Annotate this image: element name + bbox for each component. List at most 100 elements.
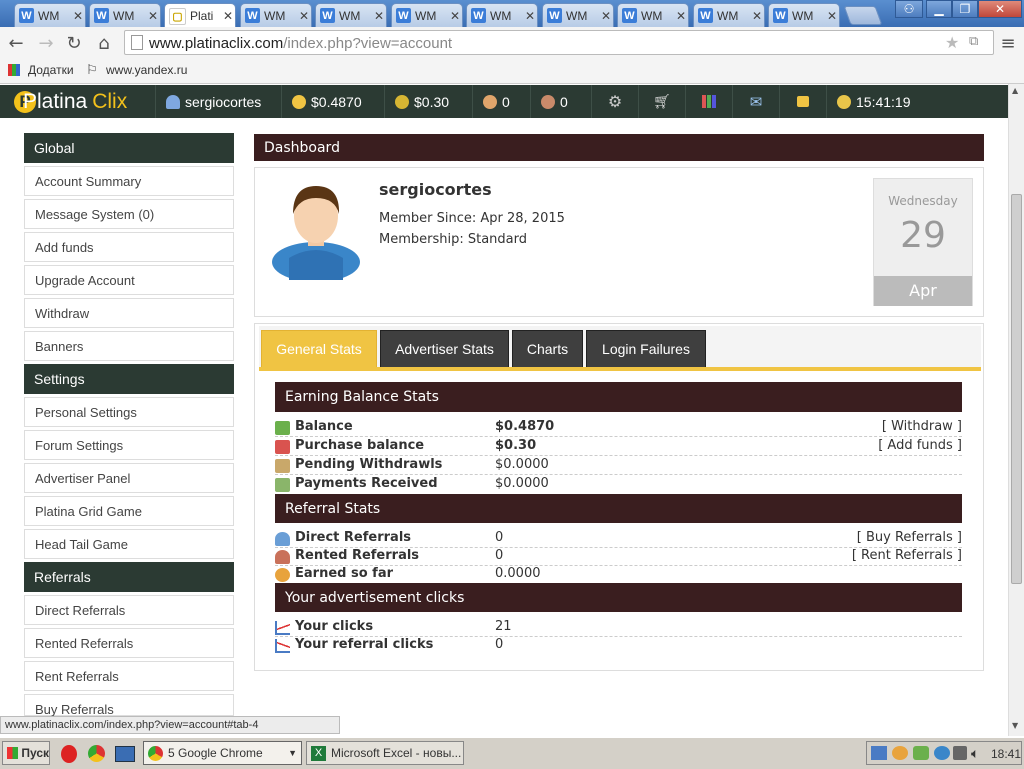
- header-settings[interactable]: ⚙: [591, 85, 638, 118]
- close-tab-icon[interactable]: ✕: [825, 9, 839, 23]
- close-tab-icon[interactable]: ✕: [523, 9, 537, 23]
- start-button[interactable]: Пуск: [2, 741, 50, 765]
- chrome-quicklaunch-icon[interactable]: [88, 745, 105, 762]
- close-tab-icon[interactable]: ✕: [372, 9, 386, 23]
- browser-tab[interactable]: W WM ✕: [617, 3, 689, 27]
- minimize-window-button[interactable]: ▁: [926, 0, 952, 18]
- sidebar-item-message-system[interactable]: Message System (0): [24, 199, 234, 229]
- sidebar-item-withdraw[interactable]: Withdraw: [24, 298, 234, 328]
- bookmark-star-icon[interactable]: ★: [945, 33, 959, 52]
- close-tab-icon[interactable]: ✕: [297, 9, 311, 23]
- sidebar-item-add-funds[interactable]: Add funds: [24, 232, 234, 262]
- sidebar-item-advertiser-panel[interactable]: Advertiser Panel: [24, 463, 234, 493]
- scrollbar-thumb[interactable]: [1011, 194, 1022, 584]
- tab-title: WM: [38, 8, 60, 23]
- tab-general-stats[interactable]: General Stats: [261, 330, 377, 368]
- browser-tab[interactable]: W WM ✕: [542, 3, 614, 27]
- add-funds-link[interactable]: [ Add funds ]: [878, 438, 962, 453]
- sidebar-item-buy-referrals[interactable]: Buy Referrals: [24, 694, 234, 717]
- show-desktop-icon[interactable]: [115, 746, 135, 762]
- sidebar-item-upgrade-account[interactable]: Upgrade Account: [24, 265, 234, 295]
- sidebar-item-rent-referrals[interactable]: Rent Referrals: [24, 661, 234, 691]
- browser-tab[interactable]: W WM ✕: [315, 3, 387, 27]
- header-direct-referrals[interactable]: 0: [472, 85, 530, 118]
- tray-status-icon[interactable]: [934, 746, 950, 760]
- withdraw-link[interactable]: [ Withdraw ]: [882, 419, 962, 434]
- bookmark-yandex[interactable]: www.yandex.ru: [106, 63, 187, 77]
- buy-referrals-link[interactable]: [ Buy Referrals ]: [857, 530, 962, 545]
- header-messages[interactable]: ✉: [732, 85, 779, 118]
- forward-icon[interactable]: →: [36, 33, 56, 54]
- browser-tab-active[interactable]: ▢ Plati ✕: [164, 3, 236, 28]
- address-bar[interactable]: www.platinaclix.com/index.php?view=accou…: [124, 30, 994, 55]
- tab-charts[interactable]: Charts: [512, 330, 583, 368]
- network-icon[interactable]: [871, 746, 887, 760]
- tray-tool-icon[interactable]: [953, 746, 967, 760]
- sidebar-item-forum-settings[interactable]: Forum Settings: [24, 430, 234, 460]
- lock-icon: [797, 96, 809, 107]
- sidebar-item-account-summary[interactable]: Account Summary: [24, 166, 234, 196]
- browser-tab[interactable]: W WM ✕: [466, 3, 538, 27]
- sidebar-item-direct-referrals[interactable]: Direct Referrals: [24, 595, 234, 625]
- sidebar-item-rented-referrals[interactable]: Rented Referrals: [24, 628, 234, 658]
- page-scrollbar[interactable]: ▲ ▼: [1008, 84, 1024, 736]
- scroll-down-arrow-icon[interactable]: ▼: [1012, 721, 1018, 730]
- back-icon[interactable]: ←: [6, 33, 26, 54]
- tab-advertiser-stats[interactable]: Advertiser Stats: [380, 330, 509, 368]
- close-tab-icon[interactable]: ✕: [750, 9, 764, 23]
- header-balance-text: $0.4870: [311, 93, 362, 110]
- translate-icon[interactable]: ⧉: [969, 34, 978, 49]
- close-tab-icon[interactable]: ✕: [448, 9, 462, 23]
- close-tab-icon[interactable]: ✕: [221, 9, 235, 23]
- browser-tab-strip: W WM ✕ W WM ✕ ▢ Plati ✕ W WM ✕ W WM ✕ W WM ✕ W WM ✕ WW…: [0, 0, 1024, 28]
- stat-row-your-clicks: Your clicks 21: [275, 619, 962, 637]
- user-profile-icon[interactable]: ⚇: [895, 0, 923, 18]
- header-purchase[interactable]: $0.30: [384, 85, 472, 118]
- direct-referrals-icon: [483, 94, 497, 109]
- webmoney-favicon-icon: W: [396, 8, 411, 23]
- rent-referrals-link[interactable]: [ Rent Referrals ]: [852, 548, 962, 563]
- bookmark-apps[interactable]: Додатки: [28, 63, 74, 77]
- earned-coin-icon: [275, 568, 290, 582]
- sidebar-item-banners[interactable]: Banners: [24, 331, 234, 361]
- reload-icon[interactable]: ↻: [64, 33, 84, 54]
- browser-tab[interactable]: W WM ✕: [14, 3, 86, 27]
- stat-label: Purchase balance: [295, 438, 425, 453]
- header-logout[interactable]: [779, 85, 826, 118]
- close-tab-icon[interactable]: ✕: [674, 9, 688, 23]
- header-username[interactable]: sergiocortes: [155, 85, 281, 118]
- stat-row-your-referral-clicks: Your referral clicks 0: [275, 637, 962, 655]
- browser-tab[interactable]: W WM ✕: [693, 3, 765, 27]
- tray-app-icon[interactable]: [892, 746, 908, 760]
- close-tab-icon[interactable]: ✕: [599, 9, 613, 23]
- sidebar-item-personal-settings[interactable]: Personal Settings: [24, 397, 234, 427]
- tray-messenger-icon[interactable]: [913, 746, 929, 760]
- sidebar-item-head-tail-game[interactable]: Head Tail Game: [24, 529, 234, 559]
- header-shop[interactable]: 🛒︎: [638, 85, 685, 118]
- close-window-button[interactable]: ✕: [978, 0, 1022, 18]
- browser-tab[interactable]: W WM ✕: [89, 3, 161, 27]
- sidebar-item-platina-grid-game[interactable]: Platina Grid Game: [24, 496, 234, 526]
- tab-login-failures[interactable]: Login Failures: [586, 330, 706, 368]
- menu-icon[interactable]: ≡: [998, 33, 1018, 54]
- scroll-up-arrow-icon[interactable]: ▲: [1012, 86, 1018, 95]
- browser-tab[interactable]: W WM ✕: [768, 3, 840, 27]
- webmoney-favicon-icon: W: [773, 8, 788, 23]
- header-balance[interactable]: $0.4870: [281, 85, 384, 118]
- close-tab-icon[interactable]: ✕: [71, 9, 85, 23]
- restore-window-button[interactable]: ❐: [952, 0, 978, 18]
- header-stats[interactable]: [685, 85, 732, 118]
- taskbar-excel-button[interactable]: X Microsoft Excel - новы...: [306, 741, 464, 765]
- volume-icon[interactable]: 🔈︎: [971, 745, 979, 762]
- tab-title: WM: [264, 8, 286, 23]
- stat-value: $0.0000: [495, 457, 549, 472]
- header-rented-referrals[interactable]: 0: [530, 85, 591, 118]
- new-tab-button[interactable]: [843, 6, 883, 25]
- site-logo[interactable]: P Platina Clix: [14, 88, 127, 115]
- close-tab-icon[interactable]: ✕: [146, 9, 160, 23]
- opera-icon[interactable]: [61, 745, 77, 763]
- home-icon[interactable]: ⌂: [94, 33, 114, 54]
- browser-tab[interactable]: W WM ✕: [391, 3, 463, 27]
- taskbar-chrome-button[interactable]: 5 Google Chrome ▼: [143, 741, 302, 765]
- browser-tab[interactable]: W WM ✕: [240, 3, 312, 27]
